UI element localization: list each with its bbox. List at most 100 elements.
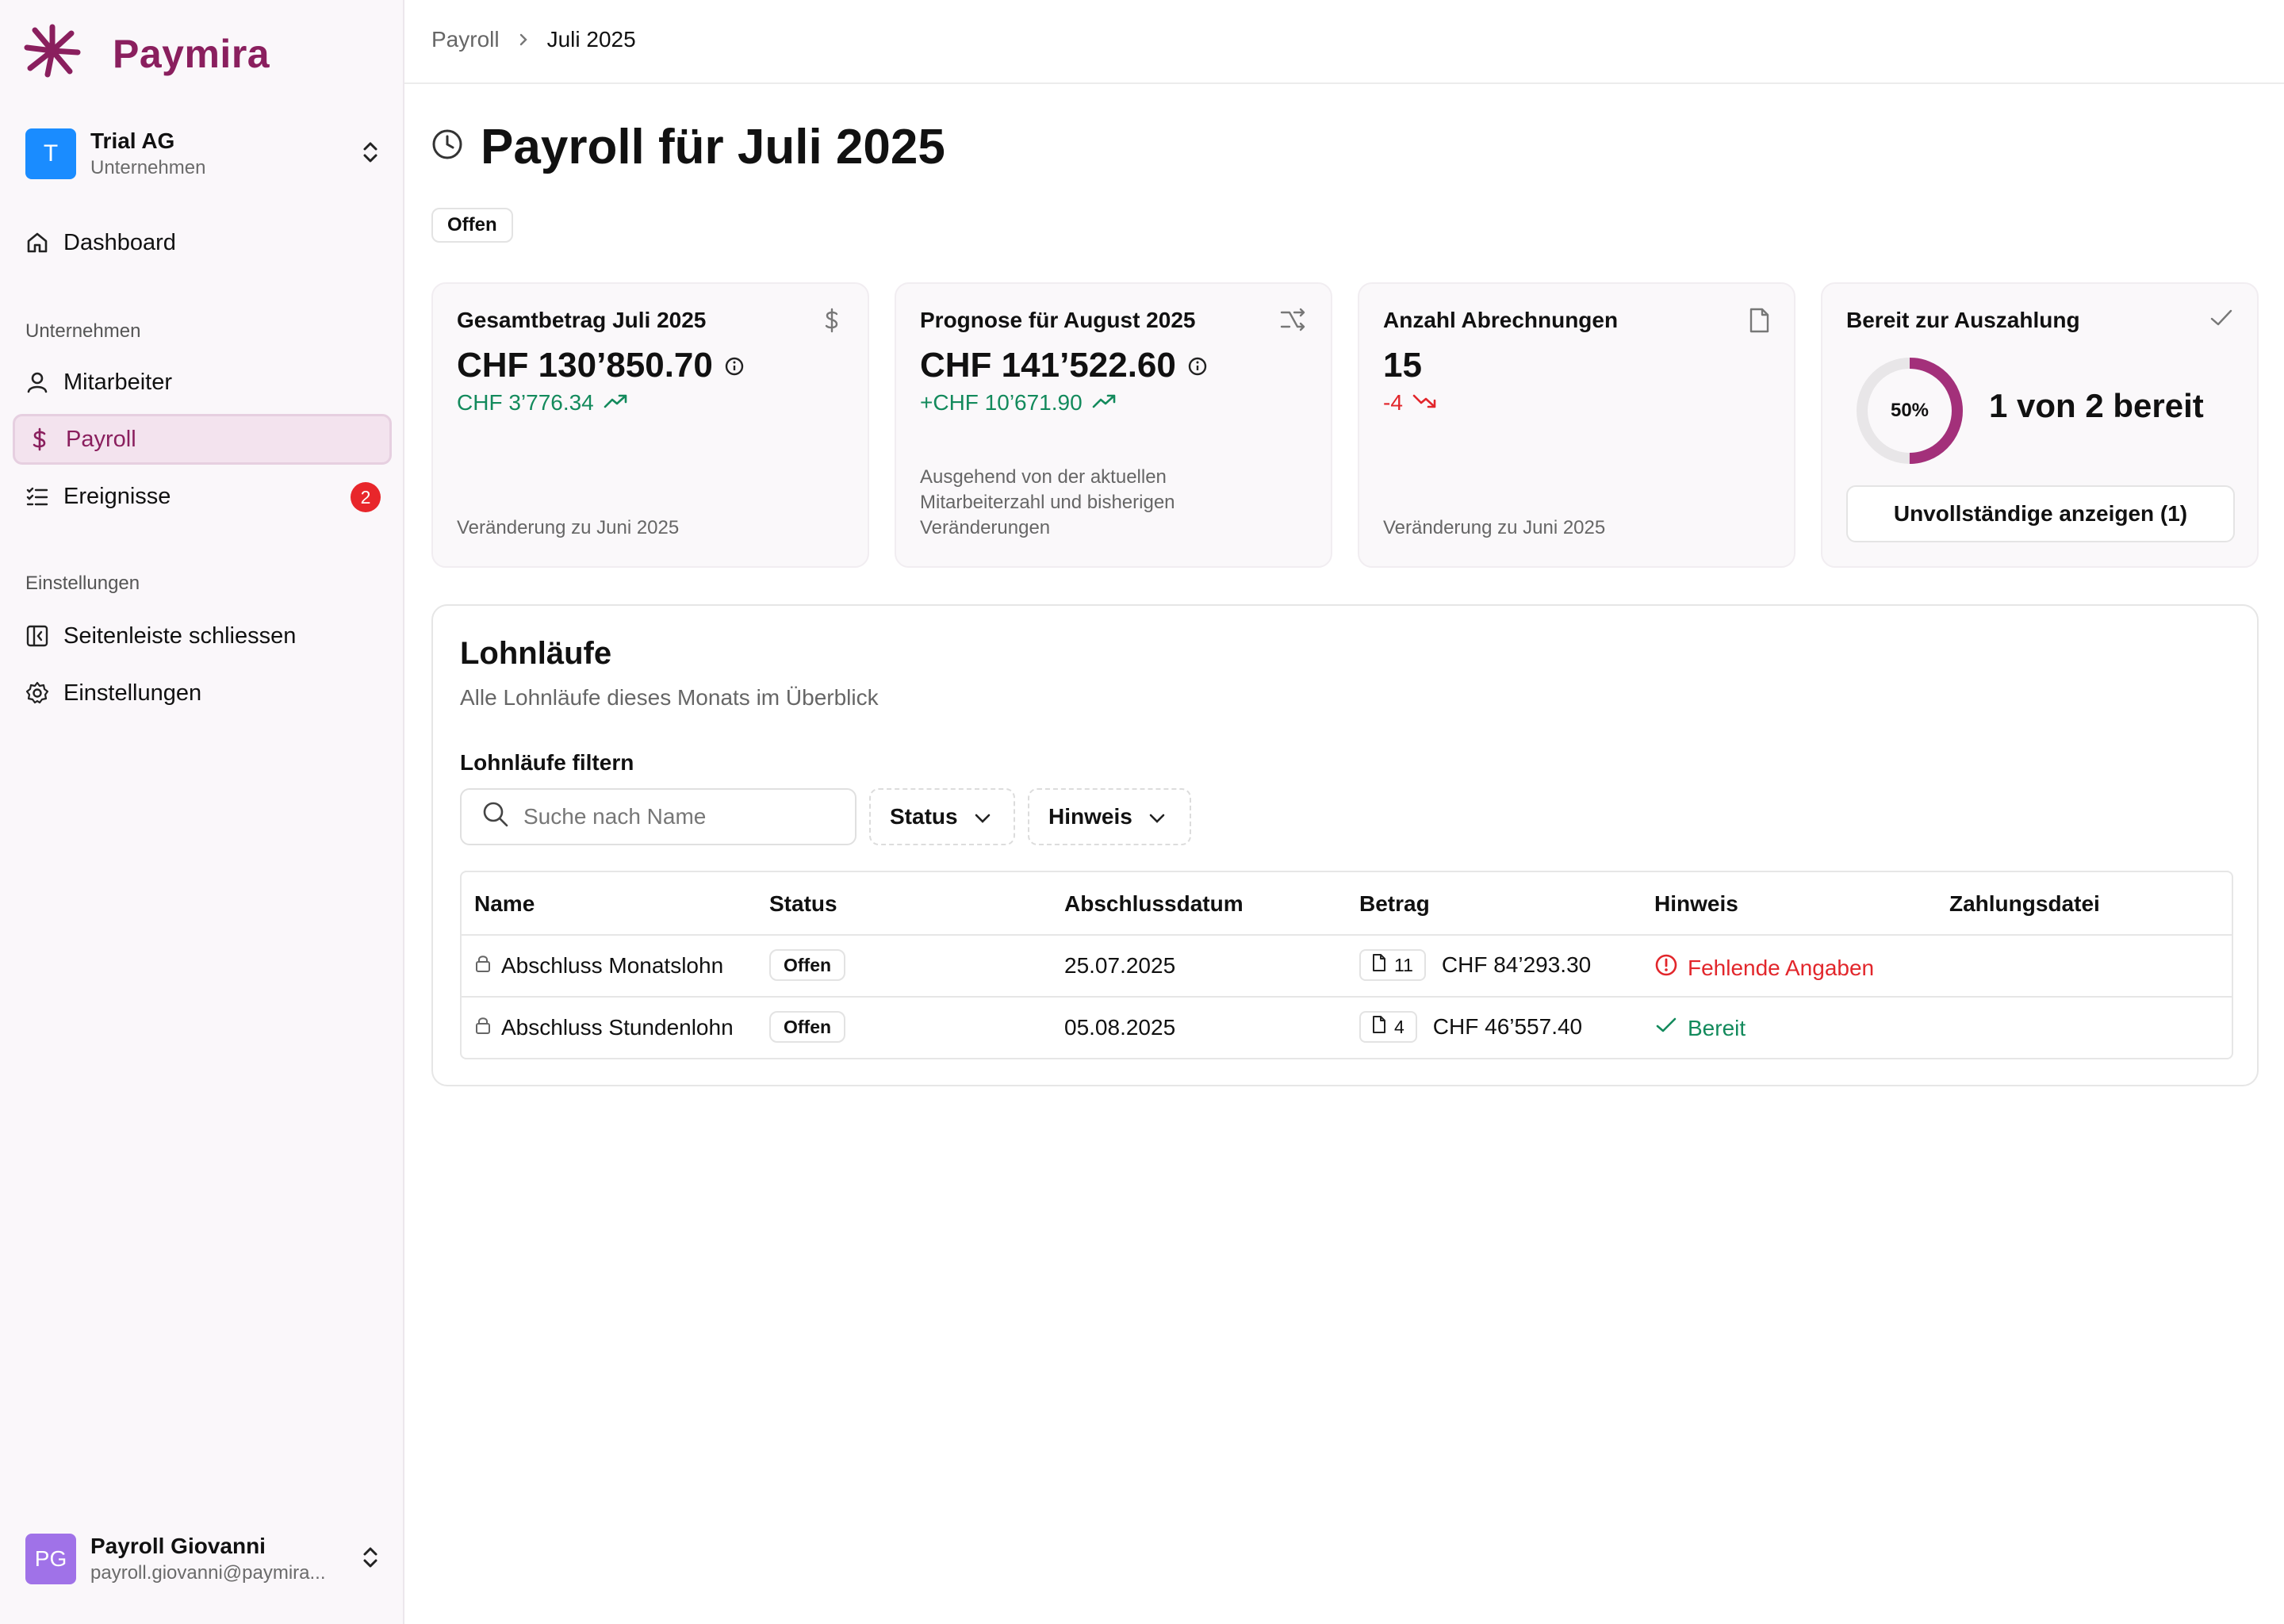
card-total-amount: Gesamtbetrag Juli 2025 CHF 130’850.70 CH… [431, 282, 869, 568]
card-total-title: Gesamtbetrag Juli 2025 [457, 308, 707, 332]
checklist-icon [25, 485, 49, 508]
column-header-hint[interactable]: Hinweis [1654, 891, 1738, 917]
hint-filter-label: Hinweis [1048, 804, 1132, 829]
card-forecast-value-row: CHF 141’522.60 [920, 346, 1208, 385]
brand-logo[interactable]: Paymira [24, 24, 270, 83]
company-switcher[interactable]: T Trial AG Unternehmen [25, 125, 382, 182]
row-hint-cell: Bereit [1654, 1015, 1746, 1041]
alert-circle-icon [1654, 953, 1678, 982]
row-name-cell: Abschluss Monatslohn [474, 953, 723, 979]
lock-icon [474, 953, 492, 979]
card-total-value-row: CHF 130’850.70 [457, 346, 745, 385]
row-amount: CHF 84’293.30 [1441, 952, 1592, 977]
nav-settings-label: Einstellungen [63, 680, 202, 706]
company-name: Trial AG [90, 128, 175, 153]
status-filter-label: Status [890, 804, 958, 829]
nav-employees-label: Mitarbeiter [63, 369, 172, 395]
row-hint-cell: Fehlende Angaben [1654, 953, 1874, 982]
nav-section-settings: Einstellungen [25, 573, 140, 594]
trend-down-icon [1412, 390, 1438, 416]
status-badge: Offen [769, 949, 846, 981]
row-name[interactable]: Abschluss Stundenlohn [501, 1015, 734, 1040]
chevron-down-icon [1148, 804, 1166, 829]
card-ready-title: Bereit zur Auszahlung [1846, 308, 2080, 332]
nav-events[interactable]: Ereignisse 2 [13, 471, 392, 522]
table-row[interactable]: Abschluss Stundenlohn Offen 05.08.2025 4… [462, 998, 2232, 1059]
dollar-icon [820, 308, 844, 339]
search-input[interactable] [523, 804, 841, 829]
card-forecast-delta-row: +CHF 10’671.90 [920, 390, 1117, 416]
nav-events-label: Ereignisse [63, 483, 171, 509]
user-email: payroll.giovanni@paymira... [90, 1562, 326, 1584]
payslip-count: 4 [1394, 1016, 1405, 1037]
row-status-cell: Offen [769, 1011, 846, 1043]
payslip-count-badge[interactable]: 4 [1359, 1011, 1417, 1043]
card-ready-for-payout: Bereit zur Auszahlung 50% 1 von 2 bereit… [1821, 282, 2259, 568]
payroll-runs-panel: Lohnläufe Alle Lohnläufe dieses Monats i… [431, 604, 2259, 1086]
card-forecast: Prognose für August 2025 CHF 141’522.60 … [895, 282, 1332, 568]
info-icon[interactable] [1187, 346, 1208, 385]
gear-icon [25, 681, 49, 705]
column-header-amount[interactable]: Betrag [1359, 891, 1430, 917]
runs-filter-label: Lohnläufe filtern [460, 750, 634, 775]
show-incomplete-button[interactable]: Unvollständige anzeigen (1) [1846, 485, 2235, 542]
lock-icon [474, 1015, 492, 1040]
nav-employees[interactable]: Mitarbeiter [13, 357, 392, 408]
nav-dashboard[interactable]: Dashboard [13, 217, 392, 268]
trend-up-icon [604, 390, 629, 416]
card-count-footer: Veränderung zu Juni 2025 [1383, 517, 1606, 538]
table-row[interactable]: Abschluss Monatslohn Offen 25.07.2025 11… [462, 936, 2232, 998]
runs-title: Lohnläufe [460, 636, 612, 671]
document-icon [1372, 954, 1386, 976]
hint-filter-dropdown[interactable]: Hinweis [1028, 788, 1191, 845]
nav-close-sidebar-label: Seitenleiste schliessen [63, 622, 297, 649]
info-icon[interactable] [724, 346, 745, 385]
row-name-cell: Abschluss Stundenlohn [474, 1015, 734, 1040]
avatar: PG [25, 1534, 76, 1584]
column-header-name[interactable]: Name [474, 891, 535, 917]
card-payslip-count: Anzahl Abrechnungen 15 -4 Veränderung zu… [1358, 282, 1795, 568]
paymira-logo-icon [24, 24, 81, 83]
nav-section-company: Unternehmen [25, 320, 141, 342]
ready-percent-label: 50% [1890, 400, 1930, 421]
check-icon [2209, 308, 2233, 334]
row-name[interactable]: Abschluss Monatslohn [501, 953, 723, 979]
row-amount-cell: 11 CHF 84’293.30 [1359, 949, 1591, 981]
row-date: 05.08.2025 [1064, 1015, 1176, 1040]
payslip-count-badge[interactable]: 11 [1359, 949, 1426, 981]
nav-payroll[interactable]: Payroll [13, 414, 392, 465]
status-badge: Offen [769, 1011, 846, 1043]
brand-name: Paymira [113, 31, 270, 76]
card-total-delta-row: CHF 3’776.34 [457, 390, 629, 416]
home-icon [25, 231, 49, 255]
nav-settings[interactable]: Einstellungen [13, 668, 392, 718]
sidebar-collapse-icon [25, 624, 49, 648]
dollar-icon [28, 427, 52, 451]
row-amount: CHF 46’557.40 [1432, 1014, 1583, 1039]
shuffle-trend-icon [1280, 308, 1307, 337]
chevron-up-down-icon[interactable] [358, 1543, 382, 1577]
row-date: 25.07.2025 [1064, 953, 1176, 978]
column-header-date[interactable]: Abschlussdatum [1064, 891, 1244, 917]
status-filter-dropdown[interactable]: Status [869, 788, 1015, 845]
trend-up-icon [1092, 390, 1117, 416]
company-avatar: T [25, 128, 76, 179]
breadcrumb-payroll[interactable]: Payroll [431, 27, 500, 52]
user-menu[interactable]: PG Payroll Giovanni payroll.giovanni@pay… [25, 1530, 382, 1588]
ready-progress-donut: 50% [1854, 355, 1965, 466]
ready-summary: 1 von 2 bereit [1989, 387, 2204, 424]
runs-subtitle: Alle Lohnläufe dieses Monats im Überblic… [460, 685, 879, 710]
nav-close-sidebar[interactable]: Seitenleiste schliessen [13, 611, 392, 661]
column-header-status[interactable]: Status [769, 891, 837, 917]
search-box[interactable] [460, 788, 856, 845]
top-bar: Payroll Juli 2025 [404, 0, 2284, 84]
user-name: Payroll Giovanni [90, 1534, 266, 1558]
user-icon [25, 370, 49, 394]
chevron-right-icon [517, 32, 530, 48]
card-count-value-row: 15 [1383, 346, 1422, 385]
chevron-up-down-icon[interactable] [358, 138, 382, 172]
column-header-payment-file[interactable]: Zahlungsdatei [1949, 891, 2100, 917]
company-type: Unternehmen [90, 157, 206, 178]
table-header: Name Status Abschlussdatum Betrag Hinwei… [462, 872, 2232, 936]
document-icon [1748, 308, 1770, 339]
